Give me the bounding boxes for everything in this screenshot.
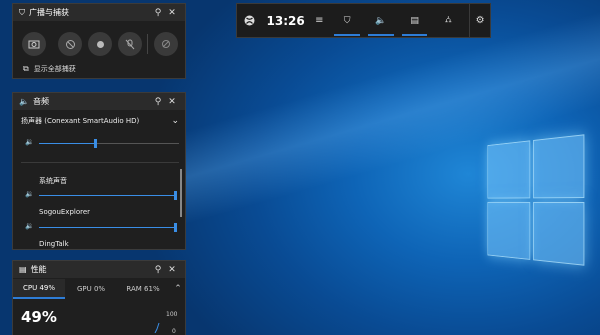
axis-max-label: 100 bbox=[166, 311, 178, 318]
social-toggle-button[interactable]: ⛼ bbox=[431, 3, 465, 38]
pin-icon[interactable]: ⚲ bbox=[151, 97, 165, 107]
collapse-icon[interactable]: ⌃ bbox=[169, 284, 185, 294]
audio-widget-header[interactable]: 🔈 音频 ⚲ ✕ bbox=[13, 93, 185, 110]
speaker-icon: 🔉 bbox=[25, 222, 34, 230]
game-bar: 13:26 ≡ ⛉ 🔈 ▤ ⛼ ⚙ bbox=[236, 3, 491, 38]
pin-icon[interactable]: ⚲ bbox=[151, 8, 165, 18]
pin-icon[interactable]: ⚲ bbox=[151, 265, 165, 275]
app-volume-slider[interactable] bbox=[39, 223, 177, 232]
performance-widget-title: 性能 bbox=[30, 265, 47, 274]
clock: 13:26 bbox=[263, 3, 309, 38]
capture-widget-header[interactable]: ⛉ 广播与捕获 ⚲ ✕ bbox=[13, 4, 185, 21]
audio-widget-title: 音频 bbox=[32, 97, 49, 106]
audio-device-label: 扬声器 (Conexant SmartAudio HD) bbox=[21, 117, 140, 125]
close-icon[interactable]: ✕ bbox=[165, 97, 179, 107]
tab-gpu-value: 0% bbox=[93, 285, 106, 293]
record-last-button[interactable] bbox=[58, 32, 82, 56]
audio-device-select[interactable]: 扬声器 (Conexant SmartAudio HD) ⌄ bbox=[21, 115, 179, 127]
windows-logo bbox=[487, 134, 587, 269]
menu-button[interactable]: ≡ bbox=[308, 3, 330, 38]
performance-widget-icon: ▤ bbox=[19, 265, 27, 274]
gallery-icon: ⧉ bbox=[23, 64, 29, 73]
app-volume-slider[interactable] bbox=[39, 191, 177, 200]
history-icon bbox=[65, 39, 75, 49]
tab-cpu-value: 49% bbox=[39, 284, 56, 292]
close-icon[interactable]: ✕ bbox=[165, 8, 179, 18]
capture-widget-icon: ⛉ bbox=[19, 7, 25, 17]
app-name: SogouExplorer bbox=[39, 208, 91, 216]
clock-time: 13:26 bbox=[266, 13, 305, 28]
close-icon[interactable]: ✕ bbox=[165, 265, 179, 275]
show-all-captures-link[interactable]: ⧉ 显示全部捕获 bbox=[23, 64, 76, 74]
cpu-big-value: 49% bbox=[21, 308, 57, 326]
tab-gpu[interactable]: GPU 0% bbox=[65, 279, 117, 299]
app-name: 系统声音 bbox=[39, 177, 67, 185]
record-dot-icon bbox=[96, 40, 104, 48]
tab-gpu-label: GPU bbox=[76, 285, 92, 293]
audio-widget-icon: 🔈 bbox=[19, 97, 29, 106]
audio-scrollbar[interactable] bbox=[180, 169, 182, 217]
broadcast-icon bbox=[162, 40, 170, 48]
axis-min-label: 0 bbox=[172, 328, 176, 335]
tab-ram-value: 61% bbox=[144, 285, 160, 293]
mic-toggle-button[interactable] bbox=[118, 32, 142, 56]
xbox-logo-icon bbox=[244, 15, 255, 26]
performance-widget-icon: ▤ bbox=[410, 15, 419, 26]
audio-widget: 🔈 音频 ⚲ ✕ 扬声器 (Conexant SmartAudio HD) ⌄ … bbox=[12, 92, 186, 250]
show-all-captures-label: 显示全部捕获 bbox=[33, 65, 76, 73]
speaker-icon: 🔉 bbox=[25, 138, 34, 146]
tab-ram[interactable]: RAM 61% bbox=[117, 279, 169, 299]
cpu-graph bbox=[154, 322, 160, 333]
capture-divider bbox=[147, 34, 148, 54]
audio-toggle-button[interactable]: 🔈 bbox=[364, 3, 398, 38]
screenshot-button[interactable] bbox=[22, 32, 46, 56]
broadcast-button[interactable] bbox=[154, 32, 178, 56]
master-volume-slider[interactable] bbox=[39, 139, 179, 148]
audio-divider bbox=[21, 162, 179, 163]
performance-widget: ▤ 性能 ⚲ ✕ CPU 49% GPU 0% RAM 61% ⌃ 49% 10… bbox=[12, 260, 186, 335]
capture-toggle-button[interactable]: ⛉ bbox=[330, 3, 364, 38]
settings-button[interactable]: ⚙ bbox=[470, 3, 490, 38]
capture-widget-icon: ⛉ bbox=[343, 15, 351, 26]
performance-widget-header[interactable]: ▤ 性能 ⚲ ✕ bbox=[13, 261, 185, 278]
tab-cpu[interactable]: CPU 49% bbox=[13, 279, 65, 299]
capture-widget: ⛉ 广播与捕获 ⚲ ✕ ⧉ 显示全部捕获 bbox=[12, 3, 186, 79]
performance-toggle-button[interactable]: ▤ bbox=[398, 3, 432, 38]
audio-widget-icon: 🔈 bbox=[375, 15, 387, 26]
speaker-icon: 🔉 bbox=[25, 190, 34, 198]
performance-tabs: CPU 49% GPU 0% RAM 61% ⌃ bbox=[13, 279, 185, 299]
tab-ram-label: RAM bbox=[126, 285, 142, 293]
xbox-social-icon: ⛼ bbox=[444, 15, 452, 25]
xbox-button[interactable] bbox=[237, 3, 263, 38]
chevron-down-icon: ⌄ bbox=[171, 116, 179, 126]
mic-off-icon bbox=[125, 39, 135, 49]
record-button[interactable] bbox=[88, 32, 112, 56]
app-name: DingTalk bbox=[39, 240, 69, 248]
gear-icon: ⚙ bbox=[475, 15, 485, 26]
menu-icon: ≡ bbox=[315, 15, 324, 26]
capture-widget-title: 广播与捕获 bbox=[29, 8, 69, 17]
camera-icon bbox=[28, 40, 40, 49]
tab-cpu-label: CPU bbox=[22, 284, 38, 292]
